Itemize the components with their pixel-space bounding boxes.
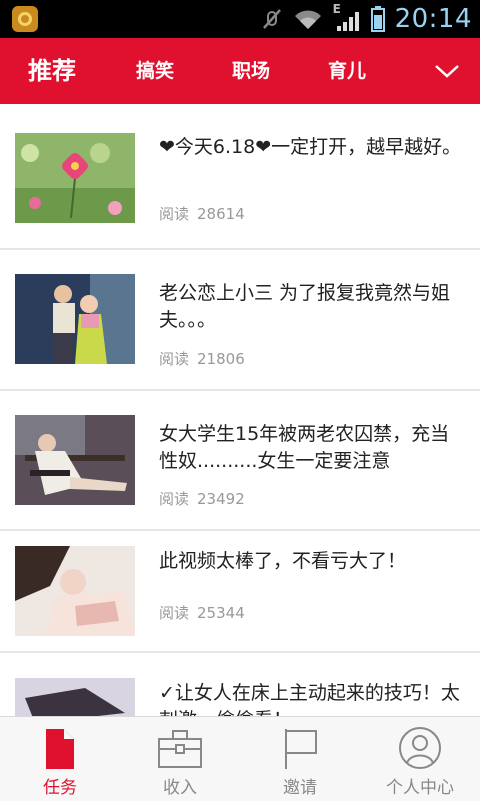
list-item[interactable]: ✓让女人在床上主动起来的技巧！太刺激，偷偷看！ [0, 653, 480, 716]
read-number: 21806 [197, 350, 245, 368]
tab-workplace[interactable]: 职场 [232, 38, 270, 104]
list-item[interactable]: 此视频太棒了，不看亏大了！ 阅读 25344 [0, 531, 480, 653]
status-bar: E 20:14 [0, 0, 480, 38]
read-label: 阅读 [159, 205, 190, 223]
list-item[interactable]: ❤今天6.18❤一定打开，越早越好。 阅读 28614 [0, 104, 480, 250]
wifi-icon [293, 7, 323, 31]
app-notification-icon [12, 6, 38, 32]
document-icon [40, 725, 80, 771]
article-title: ✓让女人在床上主动起来的技巧！太刺激，偷偷看！ [159, 682, 460, 716]
read-count: 阅读 25344 [159, 602, 245, 623]
chevron-down-icon[interactable] [432, 56, 462, 86]
tab-recommend[interactable]: 推荐 [28, 38, 76, 104]
read-count: 阅读 23492 [159, 488, 245, 509]
briefcase-icon [158, 725, 202, 771]
nav-income[interactable]: 收入 [120, 717, 240, 801]
mute-icon [261, 7, 283, 31]
nav-label: 收入 [163, 778, 197, 798]
flag-icon [280, 725, 320, 771]
read-number: 23492 [197, 490, 245, 508]
read-number: 25344 [197, 604, 245, 622]
read-label: 阅读 [159, 350, 190, 368]
article-title: ❤今天6.18❤一定打开，越早越好。 [159, 136, 462, 158]
battery-icon [370, 6, 385, 32]
status-time: 20:14 [394, 4, 472, 34]
read-label: 阅读 [159, 490, 190, 508]
nav-tasks[interactable]: 任务 [0, 717, 120, 801]
partial-photo [15, 678, 135, 716]
pink-flower-photo [15, 133, 135, 223]
read-number: 28614 [197, 205, 245, 223]
bottom-navigation: 任务 收入 邀请 个人中心 [0, 716, 480, 801]
person-icon [399, 725, 441, 771]
category-tab-bar: 推荐 搞笑 职场 育儿 [0, 38, 480, 104]
list-item[interactable]: 老公恋上小三 为了报复我竟然与姐夫。。。 阅读 21806 [0, 250, 480, 391]
article-title: 老公恋上小三 为了报复我竟然与姐夫。。。 [159, 282, 451, 331]
read-count: 阅读 21806 [159, 348, 245, 369]
couple-photo [15, 274, 135, 364]
read-count: 阅读 28614 [159, 203, 245, 224]
article-title: 女大学生15年被两老农囚禁，充当性奴..........女生一定要注意 [159, 423, 450, 472]
woman-lying-photo [15, 546, 135, 636]
signal-icon [335, 10, 361, 36]
read-label: 阅读 [159, 604, 190, 622]
nav-invite[interactable]: 邀请 [240, 717, 360, 801]
nav-label: 任务 [43, 778, 77, 798]
nav-profile[interactable]: 个人中心 [360, 717, 480, 801]
tab-parenting[interactable]: 育儿 [328, 38, 366, 104]
list-item[interactable]: 女大学生15年被两老农囚禁，充当性奴..........女生一定要注意 阅读 23… [0, 391, 480, 531]
nav-label: 邀请 [283, 778, 317, 798]
tab-funny[interactable]: 搞笑 [136, 38, 174, 104]
woman-on-bench-photo [15, 415, 135, 505]
article-feed: ❤今天6.18❤一定打开，越早越好。 阅读 28614 老公恋上小三 为了报复我竟… [0, 104, 480, 716]
article-title: 此视频太棒了，不看亏大了！ [159, 550, 407, 572]
nav-label: 个人中心 [386, 778, 454, 798]
